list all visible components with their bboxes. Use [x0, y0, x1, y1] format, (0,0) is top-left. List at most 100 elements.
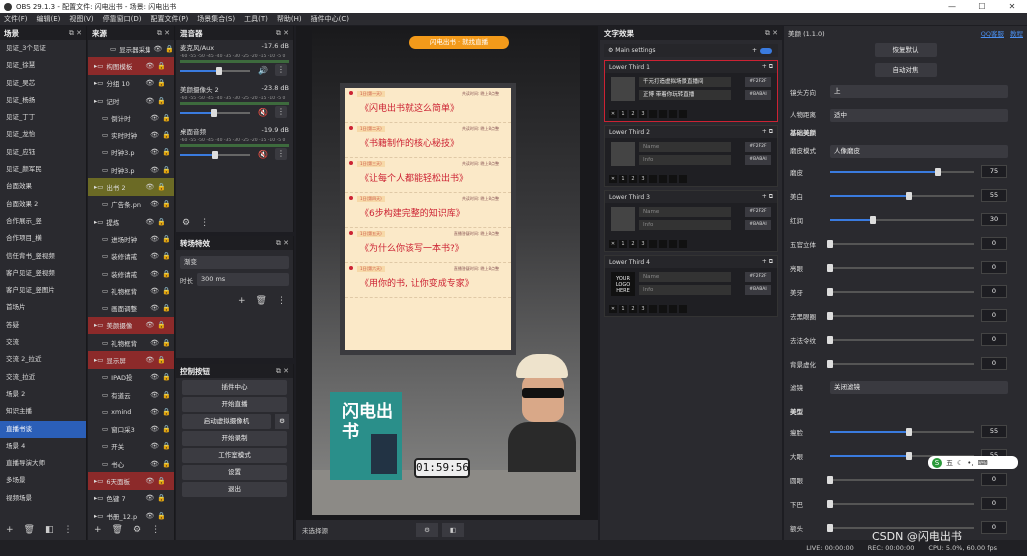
lower-third-card[interactable]: Lower Third 3 + ⧉ Name Info #F2F2F #BABAI ✕ 1 2 3	[604, 190, 778, 252]
visibility-eye-icon[interactable]: 👁	[150, 425, 159, 433]
menu-item[interactable]: 场景集合(S)	[197, 14, 235, 24]
source-item[interactable]: ▭ 广告条.pn 👁 🔒	[88, 196, 174, 213]
channel-menu-button[interactable]: ⋮	[275, 148, 287, 160]
tutorial-link[interactable]: 教程	[1010, 28, 1023, 38]
lock-icon[interactable]: 🔒	[162, 442, 171, 450]
source-item[interactable]: ▭ 窗口采3 👁 🔒	[88, 421, 174, 438]
visibility-eye-icon[interactable]: 👁	[150, 252, 159, 260]
preset-button[interactable]	[649, 110, 657, 118]
lock-icon[interactable]: 🔒	[162, 131, 171, 139]
volume-fader[interactable]	[180, 151, 250, 159]
source-item[interactable]: ▸▭ 美颜摄像 👁 🔒	[88, 316, 174, 335]
visibility-eye-icon[interactable]: 👁	[145, 79, 154, 87]
scene-item[interactable]: 见证_应钰	[0, 144, 86, 161]
lock-icon[interactable]: 🔒	[157, 512, 166, 520]
scene-item[interactable]: 交流_拉近	[0, 369, 86, 386]
preset-button[interactable]	[649, 305, 657, 313]
preset-button[interactable]: 1	[619, 175, 627, 183]
scene-item[interactable]: 见证_3个见证	[0, 40, 86, 57]
lock-icon[interactable]: 🔒	[157, 183, 166, 191]
preset-button[interactable]: 2	[629, 240, 637, 248]
scene-item[interactable]: 场景 2	[0, 386, 86, 403]
preset-button[interactable]: 1	[619, 305, 627, 313]
duration-input[interactable]: 300 ms	[197, 273, 289, 286]
lock-icon[interactable]: 🔒	[162, 425, 171, 433]
source-item[interactable]: ▭ 有道云 👁 🔒	[88, 386, 174, 403]
value-spinbox[interactable]: 0	[981, 357, 1007, 370]
visibility-eye-icon[interactable]: 👁	[150, 373, 159, 381]
visibility-eye-icon[interactable]: 👁	[150, 114, 159, 122]
preset-button[interactable]: ✕	[609, 110, 617, 118]
preset-button[interactable]	[649, 240, 657, 248]
lower-third-line2[interactable]: Info	[639, 285, 731, 295]
color-swatch-1[interactable]: #F2F2F	[745, 142, 771, 152]
preset-button[interactable]	[679, 110, 687, 118]
visibility-eye-icon[interactable]: 👁	[150, 391, 159, 399]
color-swatch-2[interactable]: #BABAI	[745, 90, 771, 100]
lock-icon[interactable]: 🔒	[157, 79, 166, 87]
source-item[interactable]: ▭ 礼物框背 👁 🔒	[88, 282, 174, 299]
lock-icon[interactable]: 🔒	[157, 494, 166, 502]
visibility-eye-icon[interactable]: 👁	[150, 166, 159, 174]
visibility-eye-icon[interactable]: 👁	[145, 356, 154, 364]
value-spinbox[interactable]: 0	[981, 285, 1007, 298]
menu-item[interactable]: 视图(V)	[69, 14, 93, 24]
preset-button[interactable]	[669, 305, 677, 313]
preset-button[interactable]: 3	[639, 175, 647, 183]
scene-item[interactable]: 台面效果 2	[0, 196, 86, 213]
color-swatch-2[interactable]: #BABAI	[745, 285, 771, 295]
visibility-eye-icon[interactable]: 👁	[150, 235, 159, 243]
lock-icon[interactable]: 🔒	[157, 62, 166, 70]
visibility-eye-icon[interactable]: 👁	[150, 270, 159, 278]
slider-track[interactable]	[827, 476, 974, 484]
auto-focus-button[interactable]: 自动对焦	[874, 63, 937, 77]
channel-menu-button[interactable]: ⋮	[275, 106, 287, 118]
preset-button[interactable]	[659, 305, 667, 313]
preset-button[interactable]: 3	[639, 240, 647, 248]
preset-button[interactable]	[679, 240, 687, 248]
visibility-eye-icon[interactable]: 👁	[145, 321, 154, 329]
scene-item[interactable]: 场景 4	[0, 438, 86, 455]
visibility-eye-icon[interactable]: 👁	[145, 97, 154, 105]
properties-gear-icon[interactable]: ⚙	[416, 523, 438, 537]
visibility-eye-icon[interactable]: 👁	[150, 304, 159, 312]
source-item[interactable]: ▭ 时钟3.p 👁 🔒	[88, 144, 174, 161]
control-button[interactable]: 工作室模式	[182, 448, 287, 463]
visibility-eye-icon[interactable]: 👁	[150, 408, 159, 416]
muted-speaker-icon[interactable]: 🔇	[258, 150, 268, 159]
value-spinbox[interactable]: 0	[981, 309, 1007, 322]
source-item[interactable]: ▭ 实时时钟 👁 🔒	[88, 126, 174, 143]
main-settings-row[interactable]: ⚙ Main settings +	[604, 44, 778, 57]
qq-support-link[interactable]: QQ客服	[981, 28, 1004, 38]
preset-button[interactable]: ✕	[609, 175, 617, 183]
maximize-button[interactable]: ☐	[967, 0, 997, 13]
value-spinbox[interactable]: 55	[981, 189, 1007, 202]
source-item[interactable]: ▭ 装修请戒 👁 🔒	[88, 265, 174, 282]
slider-track[interactable]	[830, 192, 974, 200]
visibility-eye-icon[interactable]: 👁	[145, 218, 154, 226]
lower-third-line2[interactable]: Info	[639, 220, 731, 230]
lower-third-card[interactable]: Lower Third 1 + ⧉ 千元打造虚拟场景直播间 正博 带着你玩转直播 #F2…	[604, 60, 778, 122]
value-spinbox[interactable]: 30	[981, 213, 1007, 226]
slider-track[interactable]	[827, 264, 974, 272]
scene-item[interactable]: 直播导演大师	[0, 455, 86, 472]
lower-third-card[interactable]: Lower Third 2 + ⧉ Name Info #F2F2F #BABAI ✕ 1 2 3	[604, 125, 778, 187]
visibility-eye-icon[interactable]: 👁	[150, 460, 159, 468]
lock-icon[interactable]: 🔒	[162, 235, 171, 243]
color-swatch-2[interactable]: #BABAI	[745, 155, 771, 165]
visibility-eye-icon[interactable]: 👁	[145, 494, 154, 502]
lock-icon[interactable]: 🔒	[162, 304, 171, 312]
scene-item[interactable]: 见证_丁丁	[0, 109, 86, 126]
value-spinbox[interactable]: 0	[981, 497, 1007, 510]
preset-button[interactable]: 1	[619, 240, 627, 248]
preset-button[interactable]: 2	[629, 305, 637, 313]
visibility-eye-icon[interactable]: 👁	[150, 131, 159, 139]
lower-third-line1[interactable]: Name	[639, 272, 731, 282]
control-button[interactable]: 设置	[182, 465, 287, 480]
scene-item[interactable]: 台面效果	[0, 178, 86, 195]
source-item[interactable]: ▭ 画面调整 👁 🔒	[88, 299, 174, 316]
visibility-eye-icon[interactable]: 👁	[145, 477, 154, 485]
remove-transition-button[interactable]: 🗑	[256, 296, 267, 306]
lock-icon[interactable]: 🔒	[157, 321, 166, 329]
scene-item[interactable]: 见证_吴芯	[0, 75, 86, 92]
